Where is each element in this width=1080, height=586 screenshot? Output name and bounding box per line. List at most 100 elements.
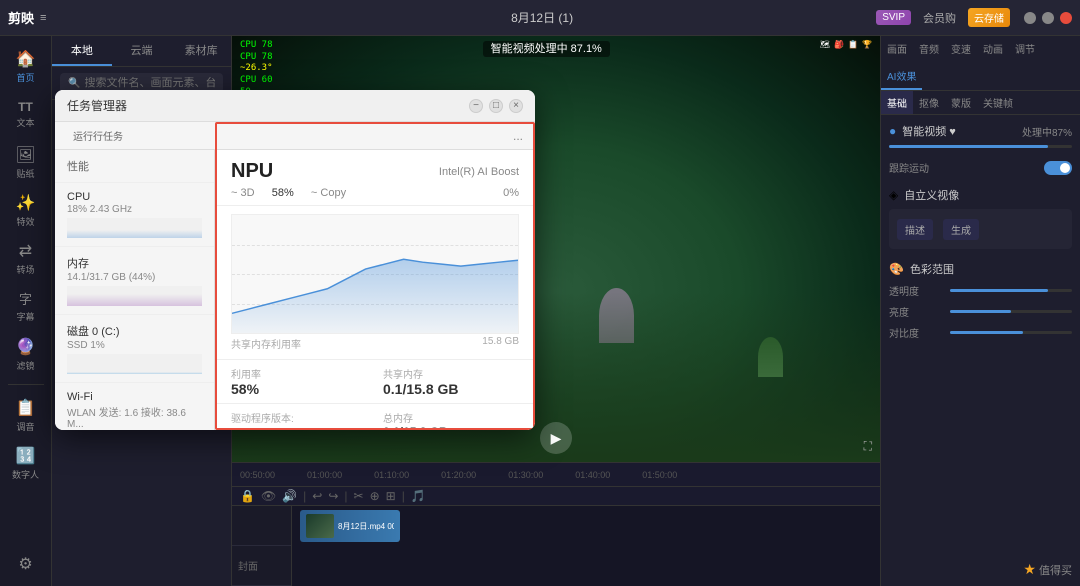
sidebar-item-home[interactable]: 🏠 首页 [4,44,48,88]
sidebar-item-filter[interactable]: 🔮 滤镜 [4,332,48,376]
time-mark-1: 01:00:00 [307,470,342,480]
tab-speed[interactable]: 变速 [945,36,977,63]
follow-motion-toggle[interactable] [1044,161,1072,175]
task-manager-titlebar: 任务管理器 − □ × [55,90,535,122]
cloud-btn[interactable]: 云存储 [968,8,1010,27]
sidebar-item-transition[interactable]: ⇄ 转场 [4,236,48,280]
custom-btn1[interactable]: 描述 [897,219,933,240]
right-subtabs: 基础 抠像 蒙版 关键帧 [881,91,1080,115]
redo-icon[interactable]: ↪ [328,489,338,503]
follow-motion-section: 跟踪运动 [889,160,1072,175]
npu-3d-label: ~ 3D 58% ~ Copy [231,187,346,199]
subtab-basic[interactable]: 基础 [881,91,913,114]
mem-chart [67,286,202,306]
right-panel: 画面 音频 变速 动画 调节 AI效果 [880,36,1080,586]
member-btn[interactable]: 会员购 [917,8,962,28]
driver-version-item: 驱动程序版本: 31.0.100.1688 [231,410,367,430]
subtab-keyframe[interactable]: 关键帧 [977,91,1019,114]
track-label-cover: 封面 [232,546,291,586]
subtab-mask[interactable]: 蒙版 [945,91,977,114]
progress-bar-bg [889,145,1072,148]
track-area[interactable]: 8月12日.mp4 00:00 [292,506,880,586]
app-menu-icon[interactable]: ≡ [40,12,46,24]
brightness-slider[interactable] [950,310,1072,313]
tab-cloud[interactable]: 云端 [112,36,172,66]
minimize-button[interactable] [1024,12,1036,24]
npu-0pct: 0% [503,187,519,199]
tm-sidebar-wifi[interactable]: Wi-Fi WLAN 发送: 1.6 接收: 38.6 M... [55,383,214,430]
expand-icon: ⛶ [864,439,872,453]
tab-local[interactable]: 本地 [52,36,112,66]
processing-overlay: 智能视频处理中 87.1% [483,40,610,56]
app-container: 剪映 ≡ 8月12日 (1) SVIP 会员购 云存储 🏠 首页 TT [0,0,1080,586]
stat-shared-mem: 共享内存 0.1/15.8 GB [383,366,519,397]
tm-close-btn[interactable]: × [509,99,523,113]
svip-badge[interactable]: SVIP [876,10,911,25]
sidebar-text-label: 文本 [16,116,34,129]
custom-btn2[interactable]: 生成 [943,219,979,240]
opacity-slider[interactable] [950,289,1072,292]
tab-audio[interactable]: 音频 [913,36,945,63]
zoom-icon[interactable]: ⊞ [386,489,396,503]
sidebar-effect-label: 特效 [16,215,34,228]
sidebar-item-template[interactable]: 📋 调音 [4,393,48,437]
tm-sidebar: 性能 CPU 18% 2.43 GHz 内存 14.1/31.7 GB (44%… [55,150,215,430]
search-input[interactable] [84,77,215,89]
tab-adjust[interactable]: 调节 [1009,36,1041,63]
sidebar-item-settings[interactable]: ⚙ [4,542,48,586]
cut-icon[interactable]: ✂ [354,489,364,503]
top-bar-center: 8月12日 (1) [208,9,876,26]
util-label: 利用率 [231,366,367,381]
video-clip[interactable]: 8月12日.mp4 00:00 [300,510,400,542]
sidebar-item-text[interactable]: TT 文本 [4,92,48,136]
tm-minimize-btn[interactable]: − [469,99,483,113]
tab-animation[interactable]: 动画 [977,36,1009,63]
subtab-cutout[interactable]: 抠像 [913,91,945,114]
sidebar-item-effect[interactable]: ✨ 特效 [4,188,48,232]
snap-icon[interactable]: ⊕ [370,489,380,503]
tm-sidebar-disk[interactable]: 磁盘 0 (C:) SSD 1% [55,315,214,383]
sidebar-item-digital[interactable]: 🔢 数字人 [4,441,48,485]
audio-icon[interactable]: 🎵 [411,489,426,503]
right-panel-content: ● 智能视频 ♥ 处理中87% 跟踪运动 [881,115,1080,586]
maximize-button[interactable] [1042,12,1054,24]
timeline-tracks: 封面 8月12日.mp4 00:00 [232,506,880,586]
custom-controls: 描述 生成 [889,209,1072,249]
tm-sidebar-cpu[interactable]: CPU 18% 2.43 GHz [55,183,214,247]
sidebar: 🏠 首页 TT 文本 🖼 贴纸 ✨ 特效 ⇄ 转场 字 字幕 [0,36,52,586]
undo-icon[interactable]: ↩ [312,489,322,503]
sidebar-item-sticker[interactable]: 🖼 贴纸 [4,140,48,184]
tab-material[interactable]: 素材库 [171,36,231,66]
play-button[interactable]: ▶ [540,422,572,454]
slider-row3: 对比度 [889,325,1072,340]
color-title: 色彩范围 [910,261,954,277]
tab-ai[interactable]: AI效果 [881,63,922,90]
follow-motion-row: 跟踪运动 [889,160,1072,175]
follow-motion-label: 跟踪运动 [889,160,1044,175]
sidebar-divider [8,384,44,385]
sidebar-item-subtitle[interactable]: 字 字幕 [4,284,48,328]
tm-actions-bar: 运行行任务 ... [55,122,535,150]
right-tabs: 画面 音频 变速 动画 调节 AI效果 [881,36,1080,91]
disk-name: 磁盘 0 (C:) [67,323,202,339]
shared-mem-value: 0.1/15.8 GB [383,381,519,397]
smart-video-section: ● 智能视频 ♥ 处理中87% [889,123,1072,148]
home-icon: 🏠 [16,49,36,69]
time-mark-2: 01:10:00 [374,470,409,480]
wifi-detail: WLAN 发送: 1.6 接收: 38.6 M... [67,404,202,430]
close-button[interactable] [1060,12,1072,24]
tm-sidebar-memory[interactable]: 内存 14.1/31.7 GB (44%) [55,247,214,315]
top-bar-left: 剪映 ≡ [8,8,208,27]
expand-button[interactable]: ⛶ [864,439,872,454]
npu-title: NPU [231,160,273,183]
tm-maximize-btn[interactable]: □ [489,99,503,113]
tm-run-tasks-btn[interactable]: 运行行任务 [67,126,129,145]
contrast-slider[interactable] [950,331,1072,334]
tm-more-btn[interactable]: ... [513,129,523,143]
sidebar-sticker-label: 贴纸 [16,167,34,180]
tab-screen[interactable]: 画面 [881,36,913,63]
total-mem-label: 总内存 [383,410,519,425]
eye-icon: 👁 [261,489,276,503]
text-icon: TT [18,100,33,114]
filter-icon: 🔮 [16,337,36,357]
